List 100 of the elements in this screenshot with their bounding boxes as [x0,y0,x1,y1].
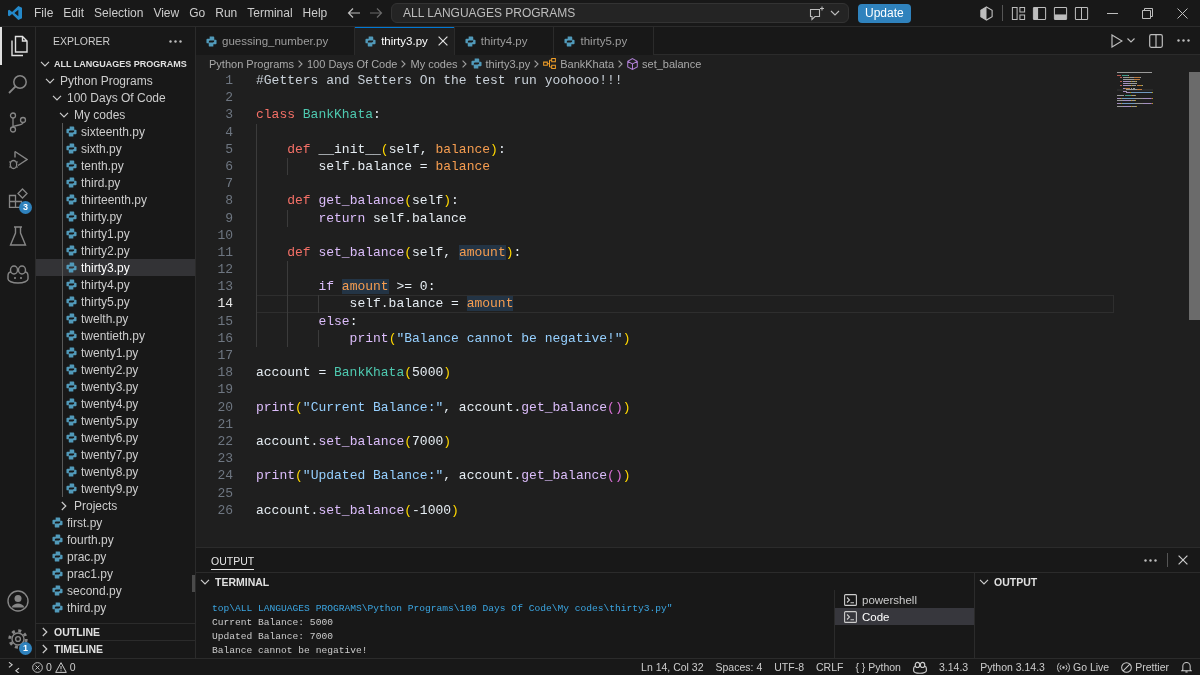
breadcrumb-item[interactable]: BankKhata [543,57,615,70]
tree-item[interactable]: Python Programs [36,72,195,89]
more-icon[interactable] [169,39,182,43]
editor-tab[interactable]: guessing_number.py [196,27,356,55]
minimap-drawing[interactable] [1117,72,1153,108]
tree-item[interactable]: tenth.py [36,157,195,174]
tree-item[interactable]: twenty9.py [36,480,195,497]
menu-item[interactable]: File [29,4,59,22]
terminal-session[interactable]: powershell [835,591,974,608]
tree-item[interactable]: thirty4.py [36,276,195,293]
status-item[interactable]: UTF-8 [774,661,804,673]
tree-item[interactable]: twenty5.py [36,412,195,429]
breadcrumb-item[interactable]: thirty3.py [470,57,531,70]
tree-item[interactable]: twenty8.py [36,463,195,480]
problems-status[interactable]: 0 0 [32,661,76,673]
update-button[interactable]: Update [858,3,911,23]
tree-item[interactable]: thirty2.py [36,242,195,259]
terminal-session[interactable]: Code [835,608,974,625]
run-icon[interactable] [1111,33,1123,48]
notifications-button[interactable] [1181,661,1192,673]
go-live-button[interactable]: Go Live [1056,661,1110,673]
tree-item[interactable]: thirty1.py [36,225,195,242]
menu-item[interactable]: Selection [89,4,149,22]
split-columns-icon[interactable] [1074,5,1089,21]
activity-item[interactable]: 1 [0,620,35,658]
status-item[interactable]: Python 3.14.3 [980,661,1045,673]
more-icon[interactable] [1144,558,1157,562]
left-panel-icon[interactable] [1032,5,1047,21]
tree-item[interactable]: twenty4.py [36,395,195,412]
menu-item[interactable]: Run [210,4,243,22]
language-status[interactable]: { } Python [855,661,901,673]
tree-item[interactable]: thirty3.py [36,259,195,276]
tree-item[interactable]: twenty6.py [36,429,195,446]
menu-item[interactable]: View [148,4,185,22]
tree-item[interactable]: prac1.py [36,565,195,582]
forward-arrow-icon[interactable] [369,7,383,19]
tree-item[interactable]: My codes [36,106,195,123]
status-item[interactable]: Ln 14, Col 32 [641,661,704,673]
logo-icon[interactable] [7,5,23,21]
bottom-panel-icon[interactable] [1053,5,1068,21]
panel-tab[interactable]: OUTPUT [211,550,255,570]
tree-item[interactable]: thirteenth.py [36,191,195,208]
menu-item[interactable]: Edit [58,4,90,22]
section-header[interactable]: OUTPUT [975,572,1200,590]
tree-item[interactable]: twelth.py [36,310,195,327]
tree-item[interactable]: prac.py [36,548,195,565]
breadcrumb-item[interactable]: Python Programs [209,57,294,70]
editor-tab[interactable]: thirty3.py [355,27,455,55]
status-item[interactable]: CRLF [816,661,844,673]
menu-item[interactable]: Go [184,4,211,22]
tree-item[interactable]: twenty7.py [36,446,195,463]
section-header[interactable]: TERMINAL [196,572,974,590]
tree-item[interactable]: first.py [36,514,195,531]
activity-item[interactable]: 3 [0,179,35,217]
chevron-down-icon[interactable] [1127,38,1135,43]
layout-grid-icon[interactable] [1011,5,1026,21]
terminal-icon [844,610,857,623]
tree-item[interactable]: third.py [36,174,195,191]
section-header[interactable]: TIMELINE [36,640,195,657]
remote-icon [8,661,20,673]
scrollbar-thumb[interactable] [192,575,195,592]
menu-item[interactable]: Terminal [242,4,298,22]
workspace-header[interactable]: ALL LANGUAGES PROGRAMS [36,55,195,72]
play-bug-icon [7,150,28,170]
close-icon[interactable] [1178,555,1188,565]
tree-item[interactable]: sixteenth.py [36,123,195,140]
editor-tab[interactable]: thirty5.py [554,27,655,55]
tree-item[interactable]: Projects [36,497,195,514]
copilot-status[interactable] [912,660,927,674]
hexagon-icon[interactable] [979,5,994,21]
tree-item[interactable]: fourth.py [36,531,195,548]
breadcrumb-item[interactable]: set_balance [627,57,702,70]
status-item[interactable]: Spaces: 4 [715,661,763,673]
tree-item[interactable]: twenty1.py [36,344,195,361]
chevron-down-icon[interactable] [830,10,840,16]
menu-item[interactable]: Help [297,4,333,22]
split-editor-icon[interactable] [1149,33,1163,48]
chat-sparkle-icon[interactable] [809,5,825,21]
tree-item[interactable]: thirty5.py [36,293,195,310]
section-header[interactable]: OUTLINE [36,623,195,640]
scrollbar-thumb[interactable] [1189,72,1200,320]
tree-item[interactable]: twentieth.py [36,327,195,344]
tree-item[interactable]: second.py [36,582,195,599]
prettier-status[interactable]: Prettier [1121,661,1169,673]
tree-item[interactable]: thirty.py [36,208,195,225]
python-file-icon [51,602,63,613]
back-arrow-icon[interactable] [347,7,361,19]
breadcrumb-item[interactable]: 100 Days Of Code [307,57,398,70]
tree-item[interactable]: twenty2.py [36,361,195,378]
tree-item[interactable]: twenty3.py [36,378,195,395]
close-icon[interactable] [437,36,448,46]
tree-item[interactable]: 100 Days Of Code [36,89,195,106]
tree-item[interactable]: third.py [36,599,195,616]
editor-tab[interactable]: thirty4.py [454,27,555,55]
tree-item[interactable]: sixth.py [36,140,195,157]
more-icon[interactable] [1177,39,1190,42]
status-item[interactable]: 3.14.3 [938,661,969,673]
python-file-icon [65,126,77,137]
command-center[interactable]: ALL LANGUAGES PROGRAMS [391,3,849,23]
breadcrumb-item[interactable]: My codes [410,57,458,70]
